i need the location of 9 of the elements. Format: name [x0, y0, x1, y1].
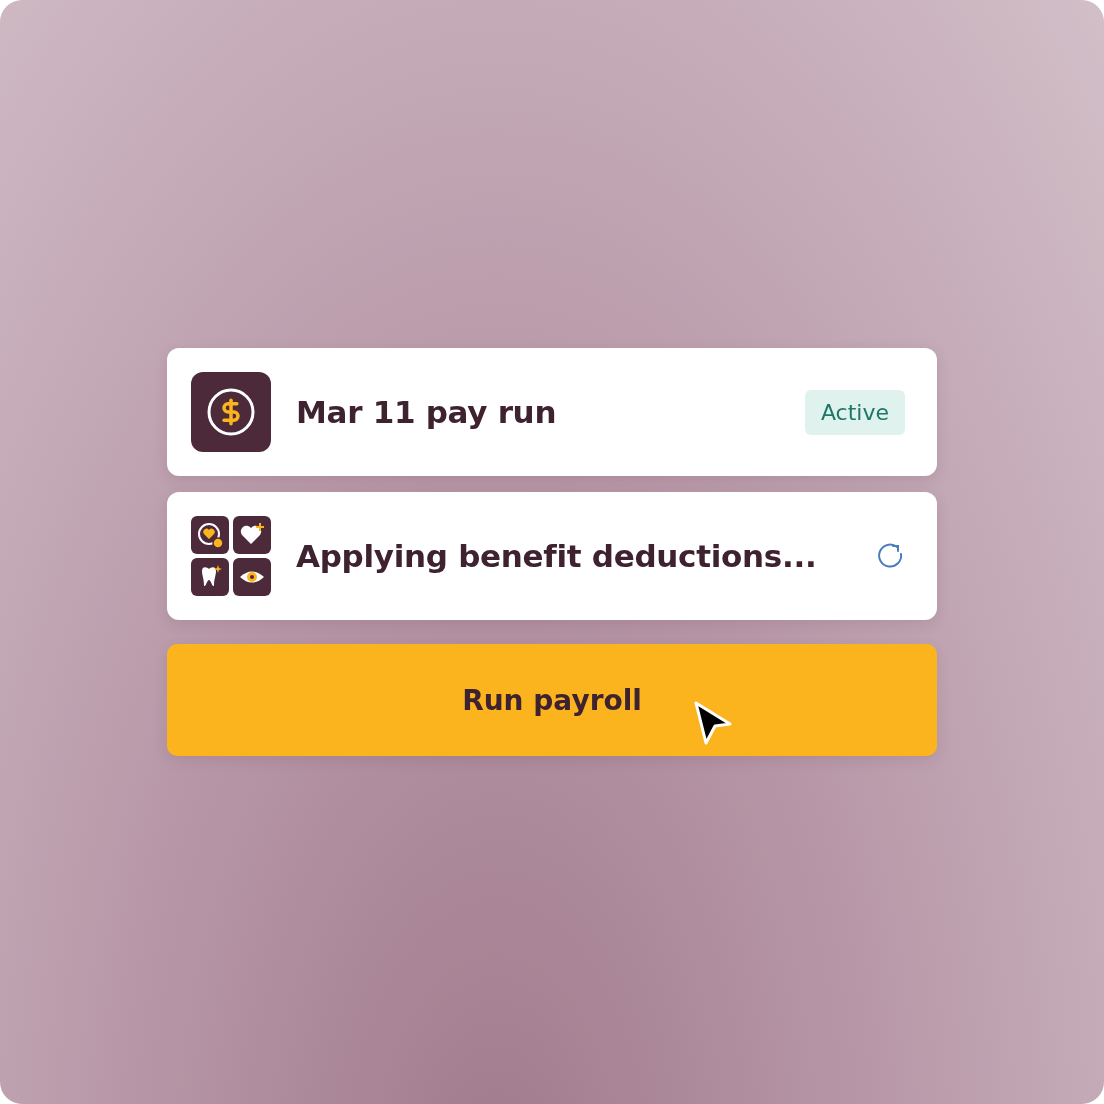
tooth-icon	[191, 558, 229, 596]
eye-icon	[233, 558, 271, 596]
heart-plus-icon	[233, 516, 271, 554]
status-badge: Active	[804, 389, 905, 435]
run-payroll-button[interactable]: Run payroll	[167, 644, 937, 756]
card-title: Applying benefit deductions...	[296, 538, 818, 574]
heart-badge-icon	[191, 516, 229, 554]
card-title: Mar 11 pay run	[296, 394, 558, 430]
dollar-icon	[191, 372, 271, 452]
